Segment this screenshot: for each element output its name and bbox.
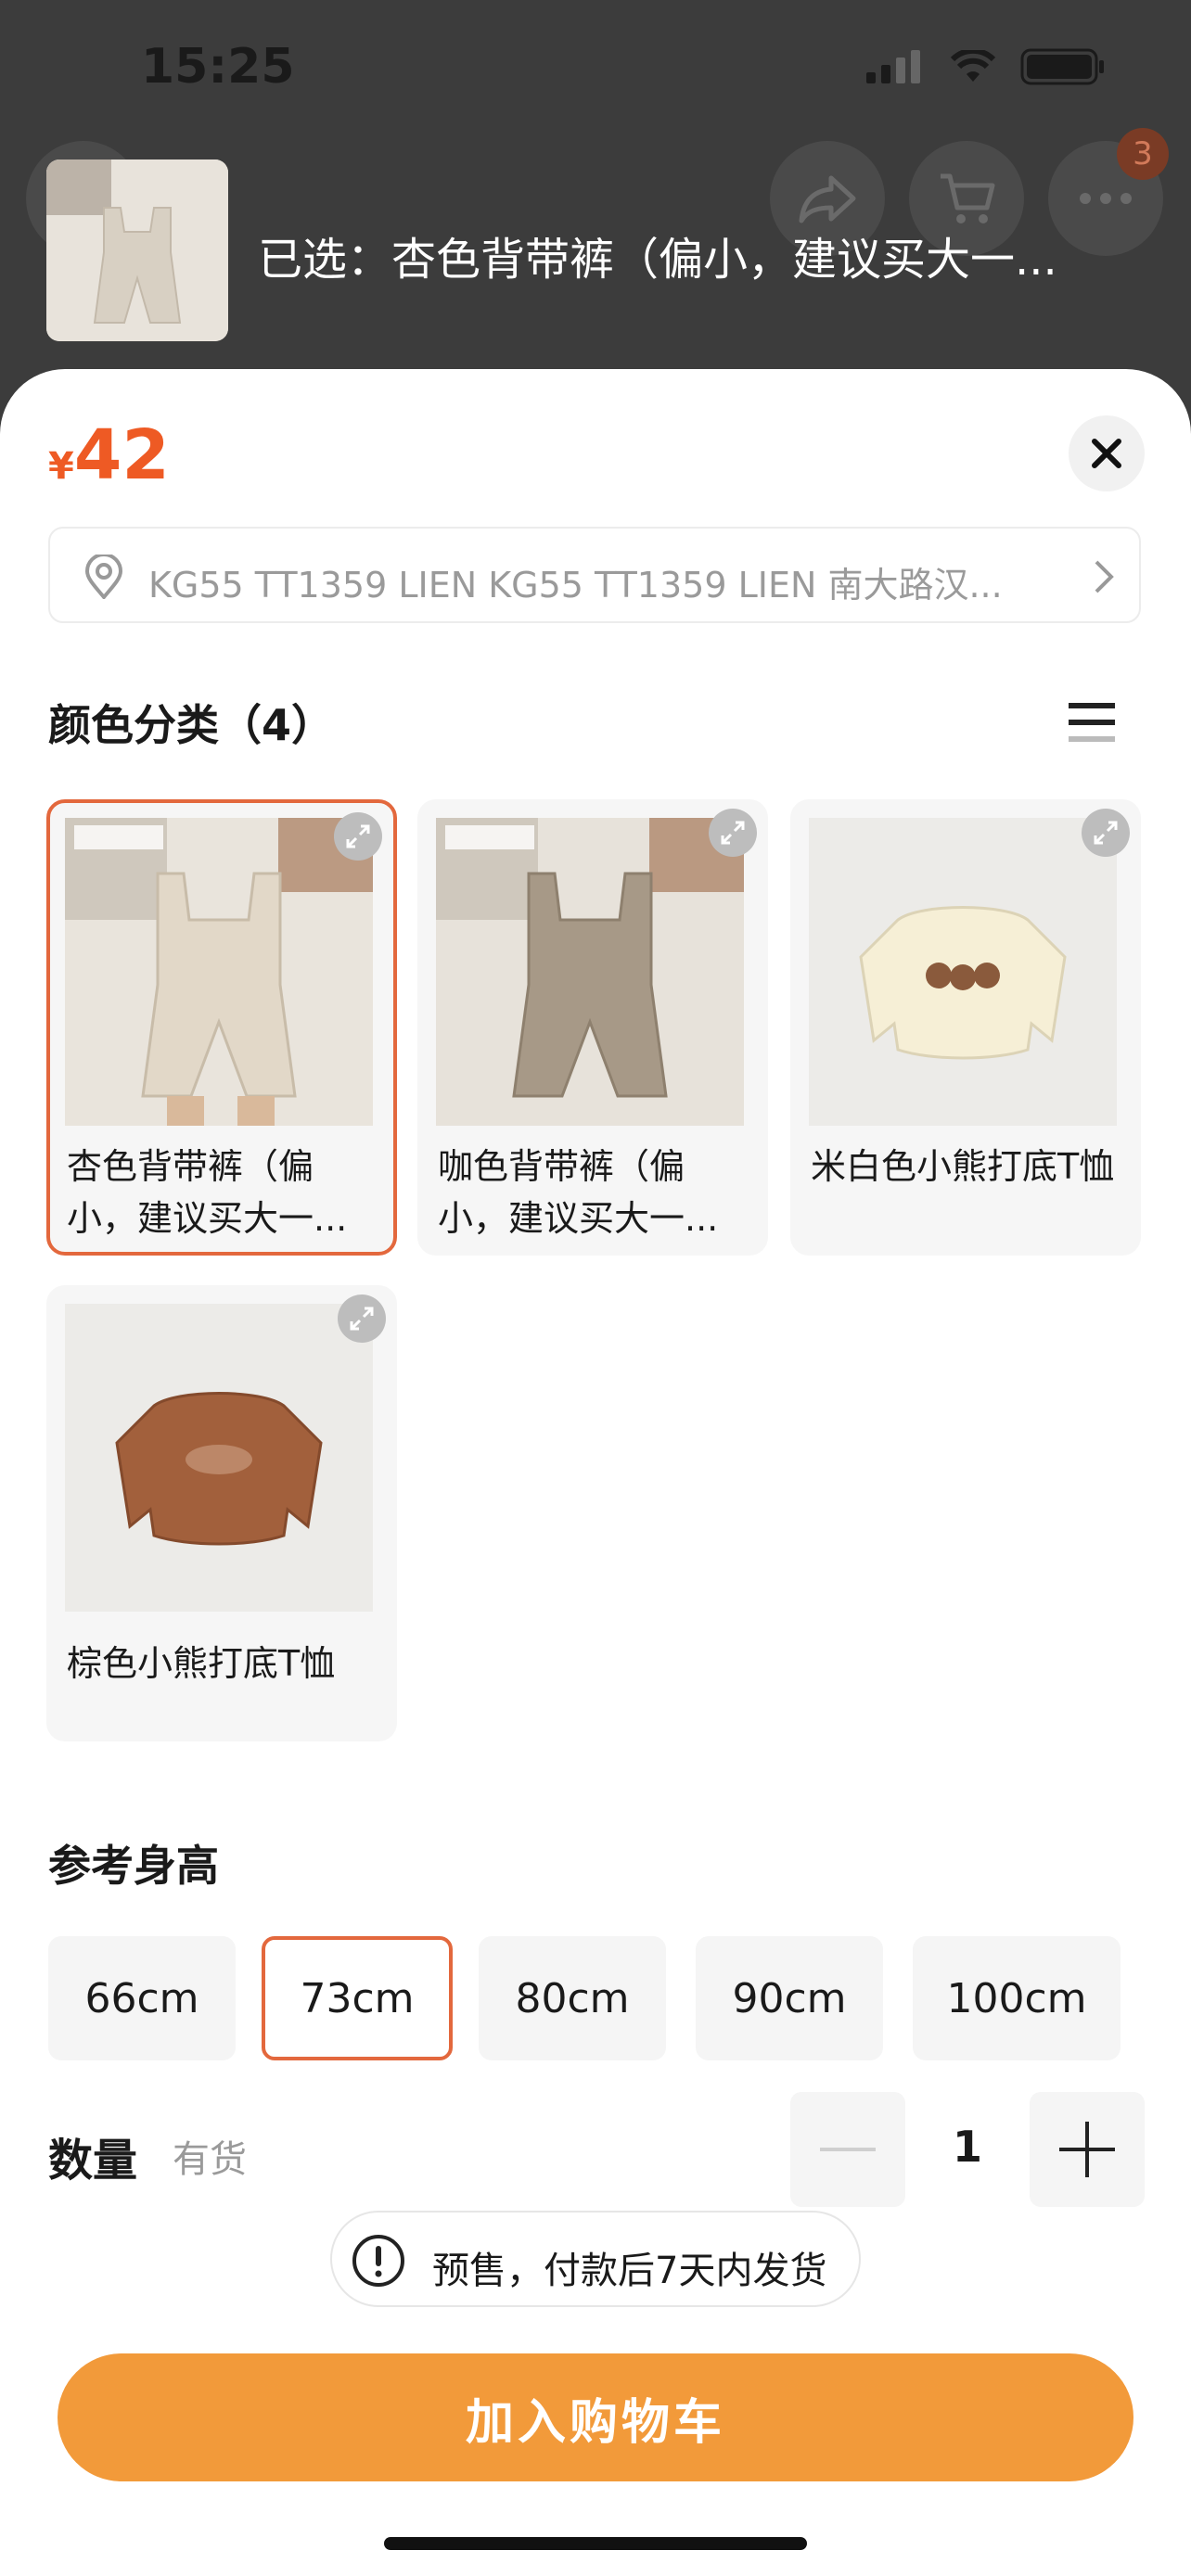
address-text: KG55 TT1359 LIEN KG55 TT1359 LIEN 南大路汉..… <box>148 565 1003 606</box>
size-option-73cm[interactable]: 73cm <box>262 1936 453 2060</box>
size-option-90cm[interactable]: 90cm <box>696 1936 883 2060</box>
expand-icon <box>721 821 745 845</box>
option-label: 棕色小熊打底T恤 <box>67 1643 336 1684</box>
signal-icon <box>866 50 920 83</box>
quantity-decrease-button[interactable] <box>790 2092 905 2207</box>
expand-button[interactable] <box>1082 809 1130 857</box>
size-option-66cm[interactable]: 66cm <box>48 1936 236 2060</box>
expand-button[interactable] <box>709 809 757 857</box>
expand-button[interactable] <box>338 1294 386 1343</box>
status-time: 15:25 <box>141 39 295 95</box>
size-option-80cm[interactable]: 80cm <box>479 1936 666 2060</box>
quantity-label: 数量 <box>48 2135 138 2187</box>
expand-icon <box>1094 821 1118 845</box>
quantity-increase-button[interactable] <box>1030 2092 1145 2207</box>
quantity-value[interactable]: 1 <box>937 2122 998 2172</box>
color-option-2[interactable]: 咖色背带裤（偏小，建议买大一... <box>417 799 768 1256</box>
add-to-cart-button[interactable]: 加入购物车 <box>58 2353 1133 2481</box>
selected-prefix: 已选： <box>258 234 392 286</box>
expand-button[interactable] <box>334 812 382 861</box>
option-image <box>809 818 1117 1126</box>
color-section-title: 颜色分类（4） <box>48 700 335 750</box>
size-section-title: 参考身高 <box>48 1841 219 1891</box>
more-button[interactable]: 3 <box>1048 128 1169 256</box>
close-icon <box>1092 439 1121 468</box>
home-indicator <box>384 2537 807 2550</box>
more-icon <box>1080 193 1132 204</box>
battery-icon <box>1020 48 1104 85</box>
size-option-100cm[interactable]: 100cm <box>913 1936 1121 2060</box>
selected-product-thumbnail <box>46 159 228 341</box>
address-selector[interactable]: KG55 TT1359 LIEN KG55 TT1359 LIEN 南大路汉..… <box>48 527 1141 623</box>
cart-icon <box>941 173 995 223</box>
selected-name: 杏色背带裤（偏小，建议买大一... <box>391 234 1057 286</box>
status-bar: 15:25 <box>0 0 1191 139</box>
location-pin-icon <box>84 555 123 599</box>
option-image <box>65 1304 373 1612</box>
option-label: 米白色小熊打底T恤 <box>811 1146 1115 1187</box>
price: ¥42 <box>48 415 170 495</box>
expand-icon <box>350 1307 374 1331</box>
option-image <box>65 818 373 1126</box>
sku-selection-sheet: ¥42 KG55 TT1359 LIEN KG55 TT1359 LIEN 南大… <box>0 369 1191 2576</box>
info-icon <box>352 2235 404 2287</box>
option-label: 咖色背带裤（偏小，建议买大一... <box>438 1146 719 1239</box>
color-option-3[interactable]: 米白色小熊打底T恤 <box>790 799 1141 1256</box>
option-label: 杏色背带裤（偏小，建议买大一... <box>67 1146 348 1239</box>
presale-text: 预售，付款后7天内发货 <box>432 2250 827 2292</box>
close-button[interactable] <box>1069 415 1145 491</box>
option-image <box>436 818 744 1126</box>
status-icons <box>866 48 1106 85</box>
color-option-4[interactable]: 棕色小熊打底T恤 <box>46 1285 397 1741</box>
plus-icon <box>1059 2122 1115 2177</box>
color-option-1[interactable]: 杏色背带裤（偏小，建议买大一... <box>46 799 397 1256</box>
stock-status: 有货 <box>173 2138 247 2181</box>
share-icon <box>799 175 856 223</box>
cart-count-badge: 3 <box>1117 128 1169 180</box>
list-view-icon[interactable] <box>1069 699 1115 746</box>
presale-notice: 预售，付款后7天内发货 <box>330 2211 861 2307</box>
minus-icon <box>820 2148 876 2151</box>
chevron-right-icon <box>1095 560 1114 593</box>
price-value: 42 <box>73 415 170 495</box>
selected-variant-text: 已选：杏色背带裤（偏小，建议买大一... <box>258 223 1057 287</box>
wifi-icon <box>950 50 996 82</box>
price-currency: ¥ <box>48 445 74 488</box>
expand-icon <box>346 824 370 848</box>
